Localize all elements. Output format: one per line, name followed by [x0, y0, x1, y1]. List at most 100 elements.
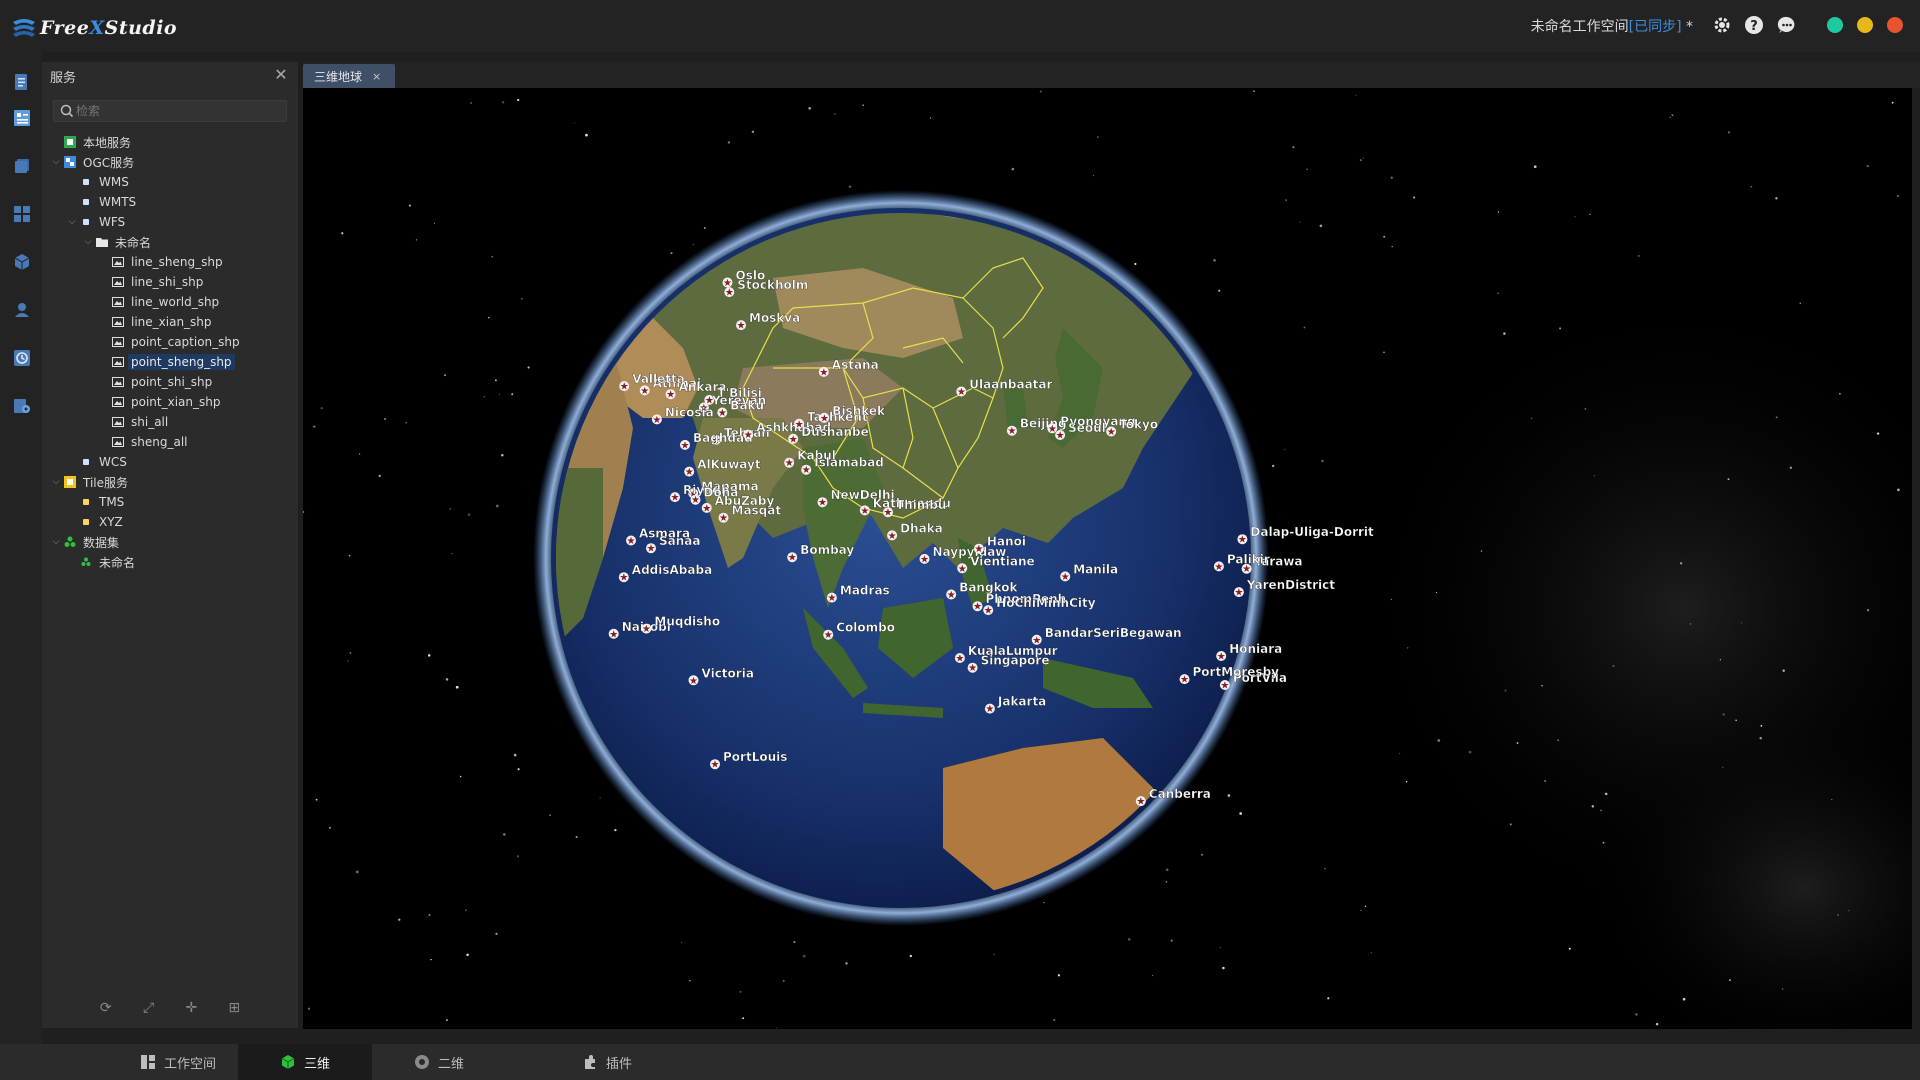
tree-item-label: OGC服务 [83, 155, 135, 170]
refresh-icon[interactable]: ⟳ [97, 999, 115, 1017]
star [1355, 94, 1357, 96]
star [470, 102, 472, 104]
chevron-down-icon[interactable]: ⌵ [82, 236, 94, 248]
chevron-down-icon[interactable]: ⌵ [50, 536, 62, 548]
window-maximize-button[interactable] [1827, 17, 1843, 33]
star [1360, 909, 1362, 912]
collapse-icon[interactable]: ✛ [182, 999, 200, 1017]
tree-item[interactable]: ⌵ Tile服务 [42, 472, 298, 492]
tree-item[interactable]: sheng_all [42, 432, 298, 452]
layers-icon[interactable] [12, 156, 32, 176]
tree-item[interactable]: shi_all [42, 412, 298, 432]
chevron-down-icon[interactable]: ⌵ [50, 156, 62, 168]
close-icon[interactable]: ✕ [272, 66, 290, 84]
tree-item[interactable]: ⌵ 数据集 [42, 532, 298, 552]
window-minimize-button[interactable] [1857, 17, 1873, 33]
city-label: Ulaanbaatar [969, 378, 1052, 392]
tab-2d[interactable]: 二维 [372, 1044, 506, 1080]
tree-item[interactable]: 未命名 [42, 552, 298, 572]
star [1201, 853, 1204, 856]
star-icon: ★ [719, 513, 728, 524]
window-close-button[interactable] [1887, 17, 1903, 33]
app-window: FreeXStudio 未命名工作空间[已同步] * ? 服务 ✕ 检索 本地服… [0, 0, 1920, 1080]
tab-close-icon[interactable]: × [372, 70, 381, 83]
star [1405, 780, 1408, 783]
globe-viewer[interactable]: ★ Oslo ★ Stockholm ★ Moskva ★ Athinai ★ Valletta ★… [303, 88, 1912, 1029]
star-icon: ★ [802, 465, 811, 476]
star [1669, 116, 1671, 118]
chevron-down-icon[interactable]: ⌵ [50, 476, 62, 488]
tree-item[interactable]: 本地服务 [42, 132, 298, 152]
tree-item[interactable]: point_caption_shp [42, 332, 298, 352]
tree-item[interactable]: line_xian_shp [42, 312, 298, 332]
tree-item[interactable]: line_shi_shp [42, 272, 298, 292]
tree-item[interactable]: point_sheng_shp [42, 352, 298, 372]
star [599, 797, 601, 799]
star [408, 204, 411, 207]
star-icon: ★ [1217, 652, 1226, 663]
document-icon[interactable] [12, 72, 32, 92]
city-label: Singapore [981, 654, 1050, 668]
tree-item[interactable]: line_world_shp [42, 292, 298, 312]
model-cube-icon[interactable] [12, 252, 32, 272]
clock-icon[interactable] [12, 348, 32, 368]
tree-item[interactable]: WCS [42, 452, 298, 472]
tree-item-label: 数据集 [83, 535, 120, 550]
star-icon: ★ [718, 408, 727, 419]
svg-text:?: ? [1750, 19, 1758, 34]
star [808, 106, 812, 110]
star [1292, 146, 1295, 149]
tab-3d[interactable]: 三维 [238, 1044, 372, 1080]
tree-item[interactable]: WMTS [42, 192, 298, 212]
tree-item[interactable]: XYZ [42, 512, 298, 532]
tab-workspace[interactable]: 工作空间 [118, 1044, 238, 1080]
tree-item-label: WFS [99, 215, 126, 229]
message-icon[interactable] [1776, 14, 1798, 36]
tree-item[interactable]: ⌵ 未命名 [42, 232, 298, 252]
star [517, 768, 520, 771]
star-icon: ★ [627, 536, 636, 547]
tree-item[interactable]: point_xian_shp [42, 392, 298, 412]
star [1727, 478, 1730, 481]
help-icon[interactable]: ? [1743, 14, 1765, 36]
tree-item[interactable]: ⌵ WFS [42, 212, 298, 232]
tree-item[interactable]: line_sheng_shp [42, 252, 298, 272]
dashboard-icon[interactable] [12, 204, 32, 224]
search-input[interactable] [76, 104, 276, 118]
service-list-icon[interactable] [12, 108, 32, 128]
star [1689, 623, 1692, 625]
star [1272, 464, 1275, 468]
globe-canvas[interactable]: ★Oslo★Stockholm★Moskva★Athinai★Valletta★… [303, 88, 1912, 1029]
tree-item[interactable]: point_shi_shp [42, 372, 298, 392]
delete-icon[interactable]: ⊞ [225, 999, 243, 1017]
star [575, 835, 578, 839]
star [727, 141, 731, 144]
star [1600, 809, 1602, 812]
tree-item[interactable]: ⌵ OGC服务 [42, 152, 298, 172]
settings-gear-icon[interactable] [1711, 14, 1733, 36]
star [1568, 947, 1571, 950]
tab-3d-globe[interactable]: 三维地球 × [303, 64, 395, 88]
star [444, 374, 446, 377]
tree-item[interactable]: WMS [42, 172, 298, 192]
chevron-down-icon[interactable]: ⌵ [66, 216, 78, 228]
user-location-icon[interactable] [12, 300, 32, 320]
star [1219, 947, 1221, 949]
star [909, 954, 912, 958]
tab-plugins[interactable]: 插件 [540, 1044, 674, 1080]
star [680, 941, 683, 943]
star [1584, 408, 1587, 410]
star [1390, 598, 1393, 601]
star [449, 508, 452, 510]
star [1504, 689, 1507, 692]
data-settings-icon[interactable] [12, 396, 32, 416]
expand-icon[interactable]: ⤢ [140, 999, 158, 1017]
star-icon: ★ [785, 458, 794, 469]
city-label: Valletta [632, 372, 685, 386]
star [1503, 332, 1506, 335]
star [1897, 488, 1900, 492]
tree-item[interactable]: TMS [42, 492, 298, 512]
